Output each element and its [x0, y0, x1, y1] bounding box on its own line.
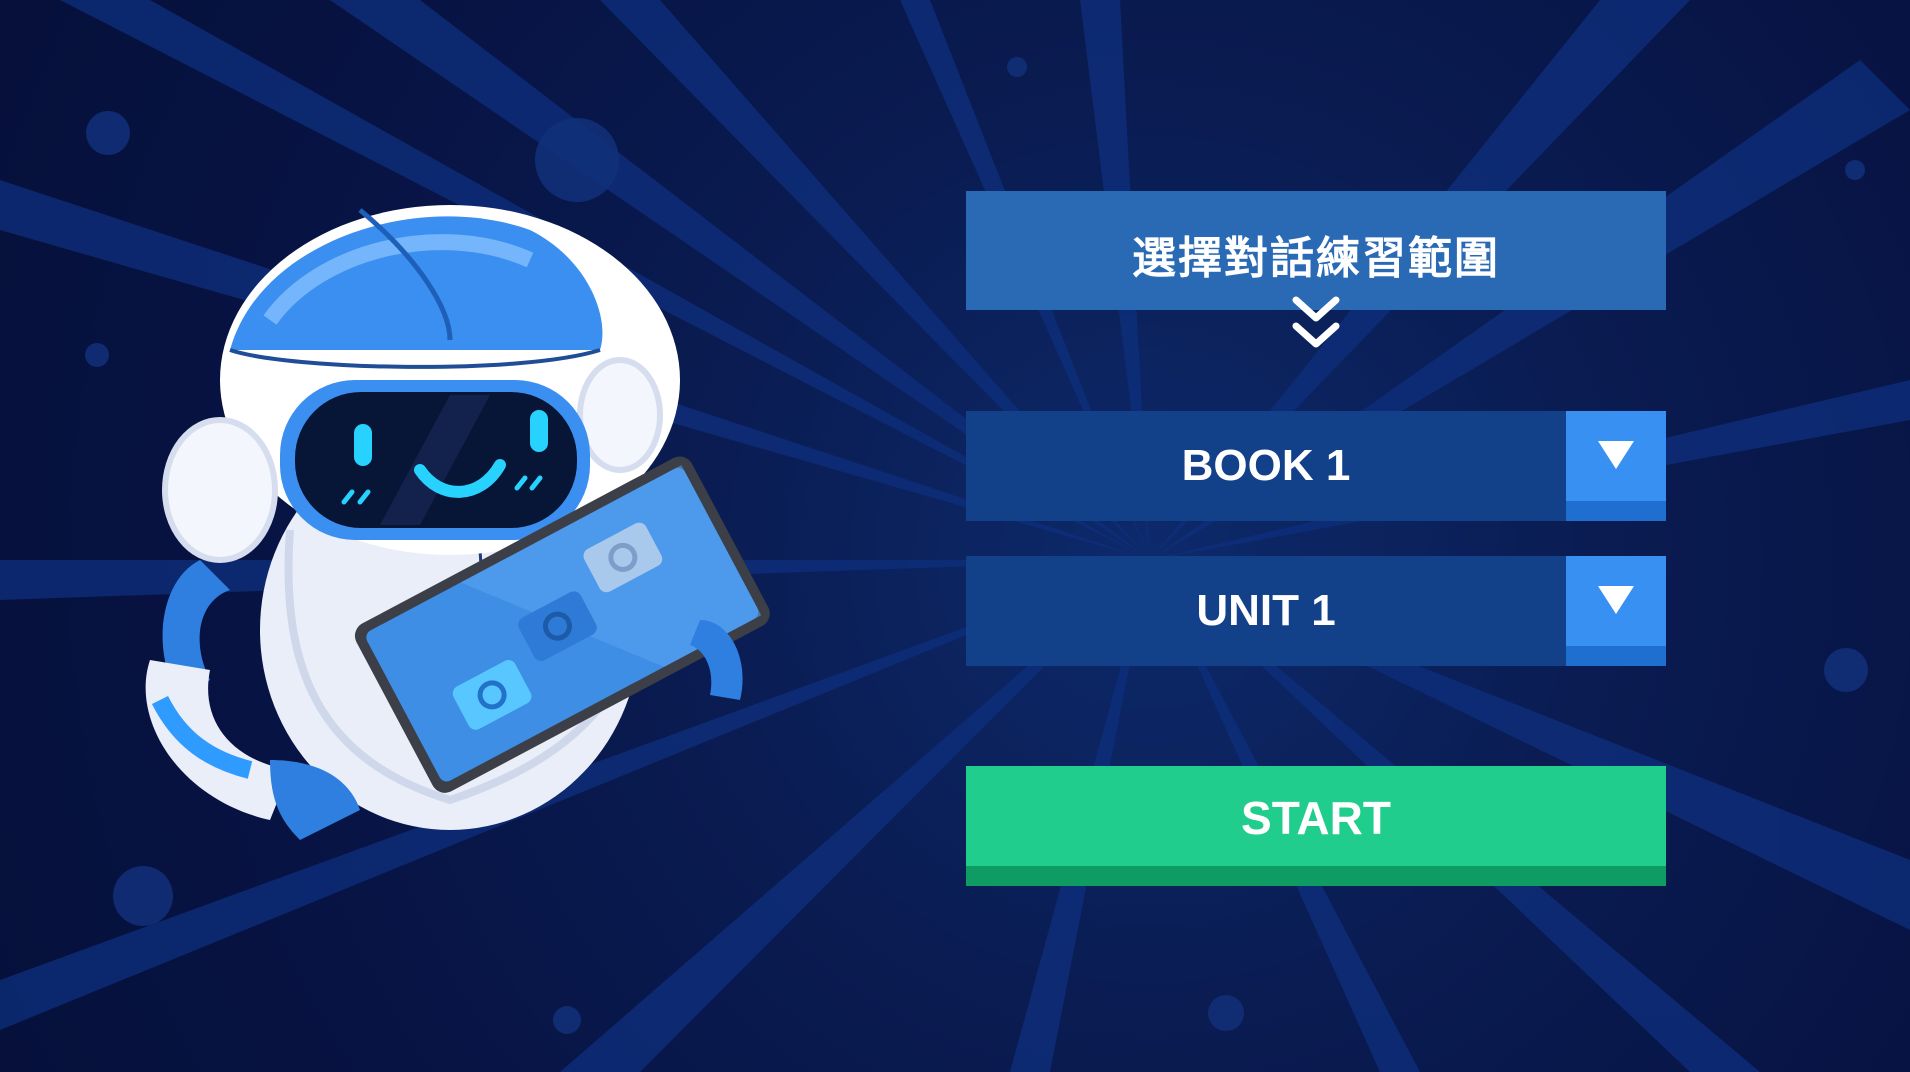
book-dropdown-toggle[interactable]: [1566, 411, 1666, 521]
start-button-face: START: [966, 766, 1666, 866]
start-button[interactable]: START: [966, 766, 1666, 886]
double-chevron-down-icon: [1292, 296, 1340, 348]
robot-illustration: [145, 205, 770, 840]
book-dropdown-value: BOOK 1: [1181, 441, 1351, 490]
caret-down-icon: [1598, 441, 1634, 469]
start-button-label: START: [1241, 792, 1391, 844]
book-dropdown[interactable]: BOOK 1: [966, 411, 1666, 521]
app-screen: 選擇對話練習範圍 BOOK 1 UNIT 1 START: [0, 0, 1910, 1072]
unit-dropdown[interactable]: UNIT 1: [966, 556, 1666, 666]
range-title: 選擇對話練習範圍: [1132, 232, 1500, 284]
unit-dropdown-toggle[interactable]: [1566, 556, 1666, 666]
unit-dropdown-value: UNIT 1: [1196, 586, 1336, 635]
caret-down-icon: [1598, 586, 1634, 614]
